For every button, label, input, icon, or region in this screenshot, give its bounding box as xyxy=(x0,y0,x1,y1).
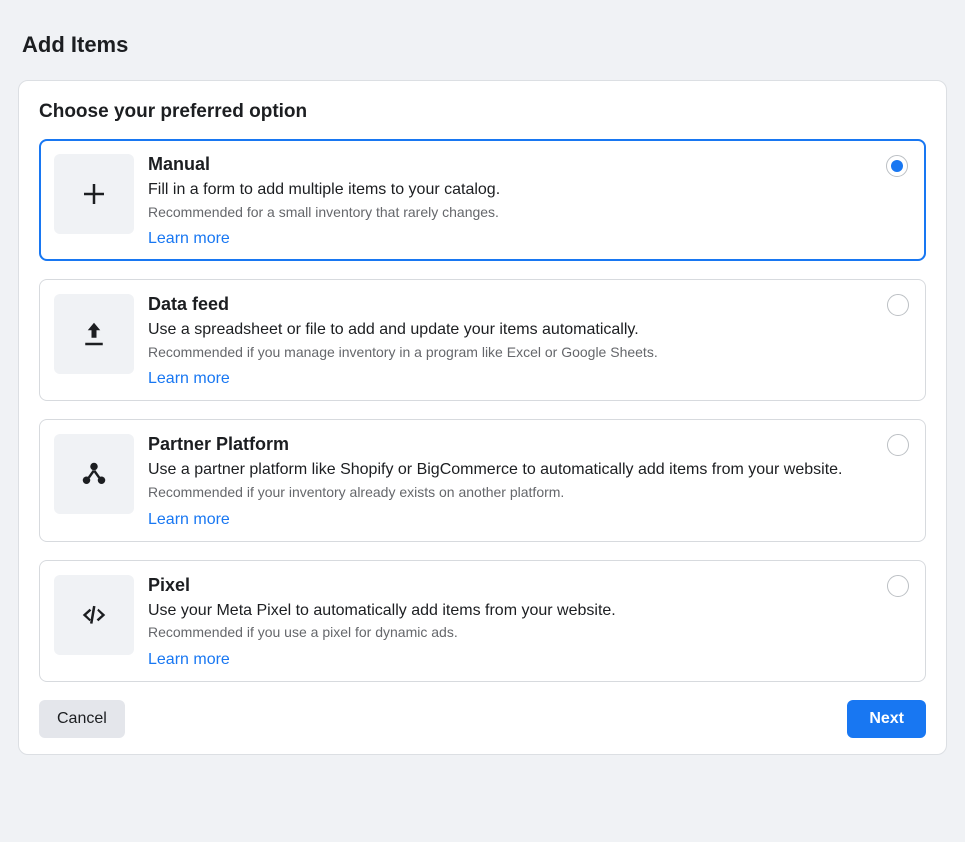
radio-button[interactable] xyxy=(886,155,908,177)
option-recommendation: Recommended if you use a pixel for dynam… xyxy=(148,623,877,643)
radio-button[interactable] xyxy=(887,575,909,597)
footer: Cancel Next xyxy=(39,700,926,738)
learn-more-link[interactable]: Learn more xyxy=(148,230,230,247)
upload-icon xyxy=(54,294,134,374)
option-title: Pixel xyxy=(148,575,877,596)
plus-icon xyxy=(54,154,134,234)
page-title: Add Items xyxy=(22,32,947,58)
option-description: Fill in a form to add multiple items to … xyxy=(148,179,877,201)
option-body: Partner Platform Use a partner platform … xyxy=(148,434,909,528)
option-body: Data feed Use a spreadsheet or file to a… xyxy=(148,294,909,388)
option-description: Use your Meta Pixel to automatically add… xyxy=(148,600,877,622)
option-recommendation: Recommended for a small inventory that r… xyxy=(148,203,877,223)
learn-more-link[interactable]: Learn more xyxy=(148,370,230,387)
code-icon xyxy=(54,575,134,655)
option-manual[interactable]: Manual Fill in a form to add multiple it… xyxy=(39,139,926,261)
learn-more-link[interactable]: Learn more xyxy=(148,511,230,528)
option-title: Manual xyxy=(148,154,877,175)
cancel-button[interactable]: Cancel xyxy=(39,700,125,738)
option-title: Data feed xyxy=(148,294,877,315)
card-title: Choose your preferred option xyxy=(39,101,926,123)
option-pixel[interactable]: Pixel Use your Meta Pixel to automatical… xyxy=(39,560,926,682)
option-data-feed[interactable]: Data feed Use a spreadsheet or file to a… xyxy=(39,279,926,401)
option-description: Use a spreadsheet or file to add and upd… xyxy=(148,319,877,341)
option-partner-platform[interactable]: Partner Platform Use a partner platform … xyxy=(39,419,926,541)
network-icon xyxy=(54,434,134,514)
option-recommendation: Recommended if you manage inventory in a… xyxy=(148,343,877,363)
option-recommendation: Recommended if your inventory already ex… xyxy=(148,483,877,503)
options-card: Choose your preferred option Manual Fill… xyxy=(18,80,947,755)
option-title: Partner Platform xyxy=(148,434,877,455)
option-body: Manual Fill in a form to add multiple it… xyxy=(148,154,909,248)
option-body: Pixel Use your Meta Pixel to automatical… xyxy=(148,575,909,669)
option-description: Use a partner platform like Shopify or B… xyxy=(148,459,877,481)
learn-more-link[interactable]: Learn more xyxy=(148,651,230,668)
next-button[interactable]: Next xyxy=(847,700,926,738)
